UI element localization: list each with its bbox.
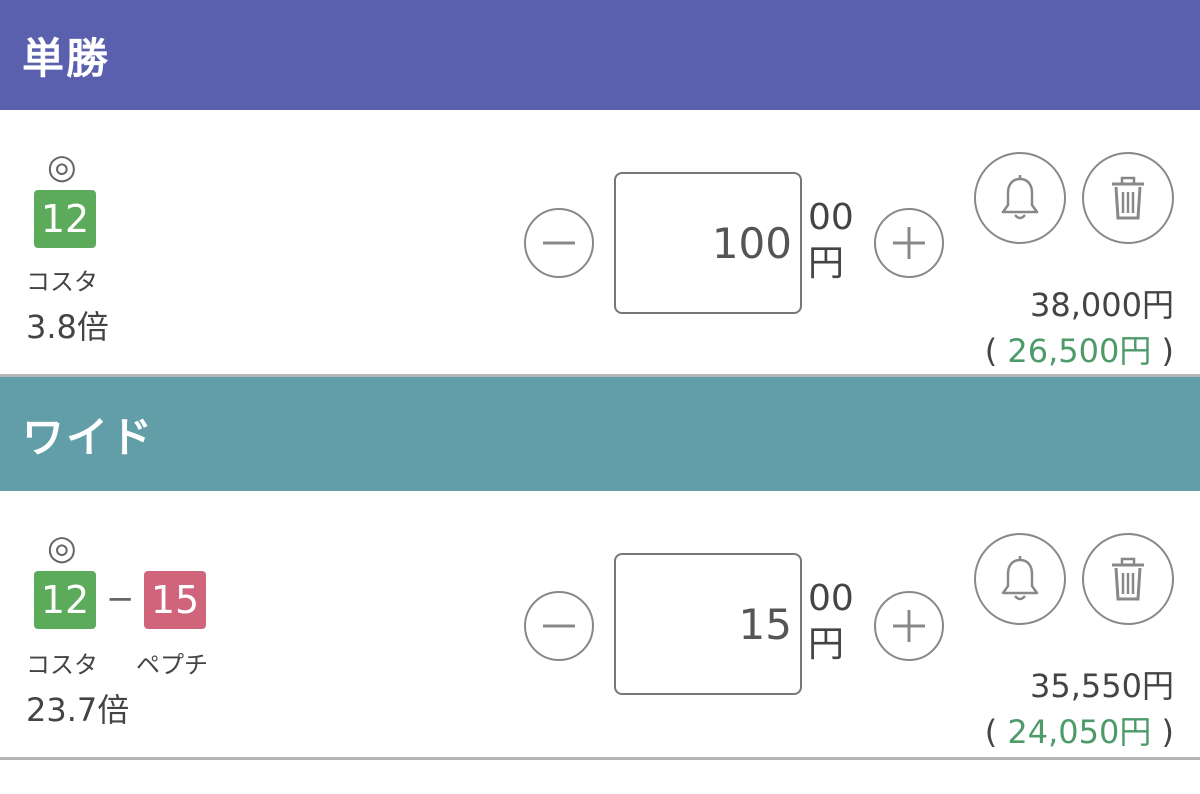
horse-name: ペプチ <box>136 651 208 679</box>
increase-button[interactable] <box>874 208 944 278</box>
delete-button[interactable] <box>1082 533 1174 625</box>
unit-yen: 円 <box>808 624 845 665</box>
plus-icon <box>893 610 925 642</box>
bell-icon <box>1001 175 1039 220</box>
minus-icon <box>543 241 575 245</box>
notify-button[interactable] <box>974 533 1066 625</box>
unit-hundreds: 00 <box>808 197 854 238</box>
bet-row-win: ◎ 12 コスタ 3.8倍 100 00 円 38,000円 (26,500円… <box>0 110 1200 377</box>
stake-input[interactable]: 15 <box>614 553 802 695</box>
section-title: 単勝 <box>22 33 111 83</box>
trash-icon <box>1112 176 1144 220</box>
decrease-button[interactable] <box>524 208 594 278</box>
combination-separator: − <box>106 579 135 619</box>
horse-name: コスタ <box>26 268 98 296</box>
delete-button[interactable] <box>1082 152 1174 244</box>
decrease-button[interactable] <box>524 591 594 661</box>
refund-amount: ( 26,500円 ) <box>984 332 1174 370</box>
section-header-wide: ワイド <box>0 377 1200 491</box>
favorite-mark: ◎ <box>47 147 77 187</box>
increase-button[interactable] <box>874 591 944 661</box>
payout-amount: 35,550円 <box>1030 667 1174 705</box>
bell-icon <box>1001 556 1039 601</box>
horse-number-badge: 12 <box>34 190 96 248</box>
horse-number-badge: 15 <box>144 571 206 629</box>
unit-hundreds: 00 <box>808 578 854 619</box>
payout-amount: 38,000円 <box>1030 286 1174 324</box>
trash-icon <box>1112 557 1144 601</box>
favorite-mark: ◎ <box>47 528 77 568</box>
section-header-win: 単勝 <box>0 0 1200 110</box>
bet-row-wide: ◎ 12 − 15 コスタ ペプチ 23.7倍 15 00 円 35,550円 … <box>0 491 1200 760</box>
section-title: ワイド <box>22 412 155 462</box>
odds-value: 23.7倍 <box>26 691 130 729</box>
horse-name: コスタ <box>26 651 98 679</box>
unit-yen: 円 <box>808 243 845 284</box>
odds-value: 3.8倍 <box>26 308 109 346</box>
horse-number-badge: 12 <box>34 571 96 629</box>
notify-button[interactable] <box>974 152 1066 244</box>
minus-icon <box>543 624 575 628</box>
stake-input[interactable]: 100 <box>614 172 802 314</box>
refund-amount: ( 24,050円 ) <box>984 713 1174 751</box>
plus-icon <box>893 227 925 259</box>
